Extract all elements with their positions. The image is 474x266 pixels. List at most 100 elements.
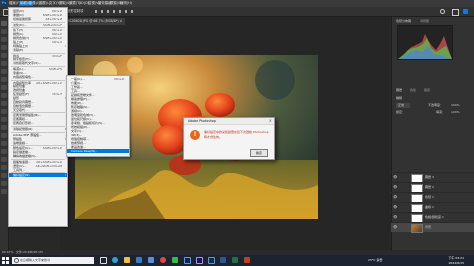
tool-icon[interactable]	[1, 45, 7, 50]
tab-paths[interactable]: 路徑	[424, 88, 430, 93]
eye-icon[interactable]: 👁	[393, 205, 397, 209]
layer-row[interactable]: 👁 背景	[391, 222, 474, 233]
menu-item[interactable]: 淡化(D)... Shift+Ctrl+F	[9, 23, 67, 27]
taskbar-clock[interactable]: 下午 03:21 2022/6/15	[448, 256, 464, 265]
tool-icon[interactable]	[1, 29, 7, 34]
tool-icon[interactable]	[1, 109, 7, 114]
opacity-value[interactable]: 100%	[451, 103, 460, 108]
task-view-icon[interactable]	[100, 257, 107, 264]
menu-item[interactable]: 尋找和取代文字(X)...	[9, 61, 67, 65]
menu-item-label: 轉換為描述檔(V)...	[13, 154, 39, 159]
eye-icon[interactable]: 👁	[393, 175, 397, 179]
tool-icon[interactable]	[1, 37, 7, 42]
tool-icon[interactable]	[1, 173, 7, 178]
edge-icon[interactable]	[112, 257, 118, 263]
tool-icon[interactable]	[1, 141, 7, 146]
layer-row[interactable]: 👁 圖層 3	[391, 172, 474, 183]
tool-icon[interactable]	[1, 149, 7, 154]
blend-mode-select[interactable]: 正常	[396, 103, 411, 108]
tool-icon[interactable]	[1, 125, 7, 130]
photoshop-logo-icon[interactable]: Ps	[1, 0, 7, 7]
workspace-icon[interactable]	[452, 9, 459, 16]
tool-icon[interactable]	[1, 77, 7, 82]
fill-value[interactable]: 100%	[451, 110, 460, 115]
clock-date: 2022/6/15	[448, 260, 464, 265]
eye-icon[interactable]: 👁	[393, 195, 397, 199]
layer-row[interactable]: 👁 色相/飽和度 1	[391, 212, 474, 223]
menu-item[interactable]: 遠端連線...	[9, 141, 67, 145]
search-icon	[14, 258, 19, 263]
file-explorer-icon[interactable]	[124, 257, 130, 263]
tool-icon[interactable]	[1, 101, 7, 106]
premiere-icon[interactable]	[196, 257, 203, 264]
store-icon[interactable]	[136, 257, 142, 263]
alert-dialog: Adobe Photoshop × ! 偏好設定中的某些變更在您下次啟動 Pho…	[183, 117, 275, 160]
menu-item-label: 淡化(D)...	[13, 22, 27, 27]
weather-widget[interactable]: 23°C 多雲	[368, 258, 382, 262]
menu-2[interactable]: 影像(I)	[29, 1, 39, 6]
app-icon[interactable]	[244, 257, 250, 263]
tool-icon[interactable]	[1, 165, 7, 170]
dialog-titlebar: Adobe Photoshop ×	[184, 118, 274, 125]
histogram-svg	[398, 34, 452, 59]
layer-row[interactable]: 👁 色階 1	[391, 192, 474, 203]
menu-item[interactable]: 天空取代...	[9, 108, 67, 112]
menu-item[interactable]: 清除(E)	[9, 48, 67, 52]
word-icon[interactable]	[220, 257, 226, 263]
chrome-icon[interactable]	[160, 257, 166, 263]
tool-icon[interactable]	[1, 53, 7, 58]
tab-navigator[interactable]: 導覽器	[420, 19, 429, 24]
eye-icon[interactable]: 👁	[393, 225, 397, 229]
tool-icon[interactable]	[1, 157, 7, 162]
tool-icon[interactable]	[1, 133, 7, 138]
windows-start-icon[interactable]	[2, 257, 9, 264]
layer-kind-filter[interactable]: 種類	[396, 96, 402, 101]
excel-icon[interactable]	[232, 257, 238, 263]
menu-item-label: 天空取代...	[13, 107, 28, 112]
mail-icon[interactable]	[148, 257, 154, 263]
menu-item[interactable]: 清除記憶體(R)	[9, 127, 67, 131]
layer-row[interactable]: 👁 圖層 2	[391, 182, 474, 193]
menu-item-label: 定義自訂形狀...	[13, 121, 34, 126]
tool-icon[interactable]	[1, 21, 7, 26]
tool-icon[interactable]	[1, 85, 7, 90]
close-icon[interactable]: ×	[269, 118, 272, 124]
menu-item[interactable]: 內容感知填色...	[9, 75, 67, 79]
menu-item[interactable]: 偏好設定(N)	[9, 173, 67, 178]
menu-item[interactable]: 轉換為描述檔(V)...	[9, 154, 67, 158]
tab-layers[interactable]: 圖層	[396, 88, 402, 93]
tool-icon[interactable]	[1, 69, 7, 74]
tool-icon[interactable]	[1, 93, 7, 98]
line-icon[interactable]	[172, 257, 178, 263]
tab-channels[interactable]: 色版	[410, 88, 416, 93]
document-tab[interactable]: DSC05628.JPG @ 66.7% (RGB/8*) ×	[62, 18, 126, 25]
taskbar-search-placeholder: 在這裡輸入文字來搜尋	[20, 258, 51, 262]
menu-item[interactable]: 切換最後狀態 Alt+Ctrl+Z	[9, 17, 67, 21]
menu-11[interactable]: 說明(H)	[120, 1, 132, 6]
lightroom-icon[interactable]	[208, 257, 215, 264]
layer-name: 圖層 2	[425, 185, 434, 189]
menu-item[interactable]: 定義自訂形狀...	[9, 121, 67, 125]
options-bar: 自動選取： 圖層 顯示變形控制項	[0, 7, 474, 17]
search-icon[interactable]	[440, 9, 445, 14]
layer-row[interactable]: 👁 曲線 1	[391, 202, 474, 213]
photoshop-taskbar-icon[interactable]	[184, 257, 191, 264]
eye-icon[interactable]: 👁	[393, 215, 397, 219]
share-icon[interactable]	[463, 9, 468, 14]
align-icons[interactable]	[95, 10, 135, 13]
eye-icon[interactable]: 👁	[393, 185, 397, 189]
tool-icon[interactable]	[1, 117, 7, 122]
taskbar-search-input[interactable]: 在這裡輸入文字來搜尋	[12, 257, 94, 264]
tool-icon[interactable]	[1, 189, 7, 194]
fill-label: 填滿：	[436, 110, 446, 114]
dialog-title: Adobe Photoshop	[188, 119, 216, 123]
tool-icon[interactable]	[1, 181, 7, 186]
opacity-label: 不透明度：	[428, 103, 444, 107]
tool-icon[interactable]	[1, 61, 7, 66]
menu-item[interactable]: Camera Raw(W)...	[67, 149, 129, 153]
ok-button[interactable]: 確定	[250, 149, 268, 157]
layer-thumbnail	[411, 224, 423, 233]
menu-item[interactable]: 工具列...	[9, 168, 67, 172]
tab-histogram[interactable]: 色階分佈圖	[396, 19, 411, 24]
document-tab-bar: DSC05628.JPG @ 66.7% (RGB/8*) ×	[60, 17, 390, 25]
